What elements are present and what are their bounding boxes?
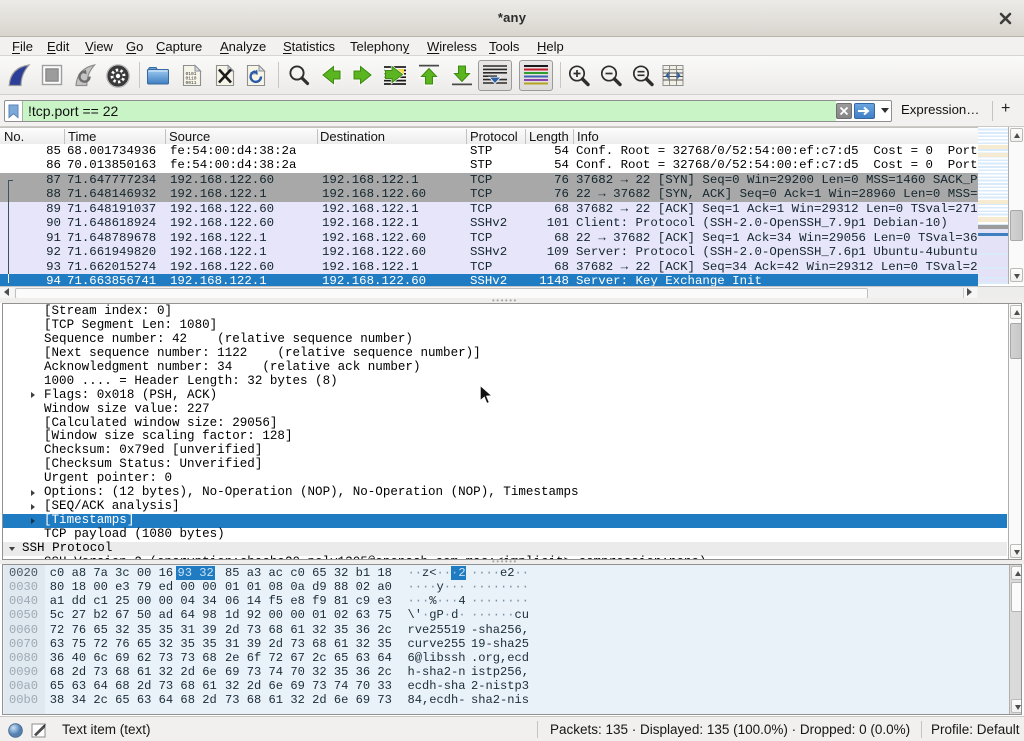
svg-text:0011: 0011: [186, 80, 197, 86]
